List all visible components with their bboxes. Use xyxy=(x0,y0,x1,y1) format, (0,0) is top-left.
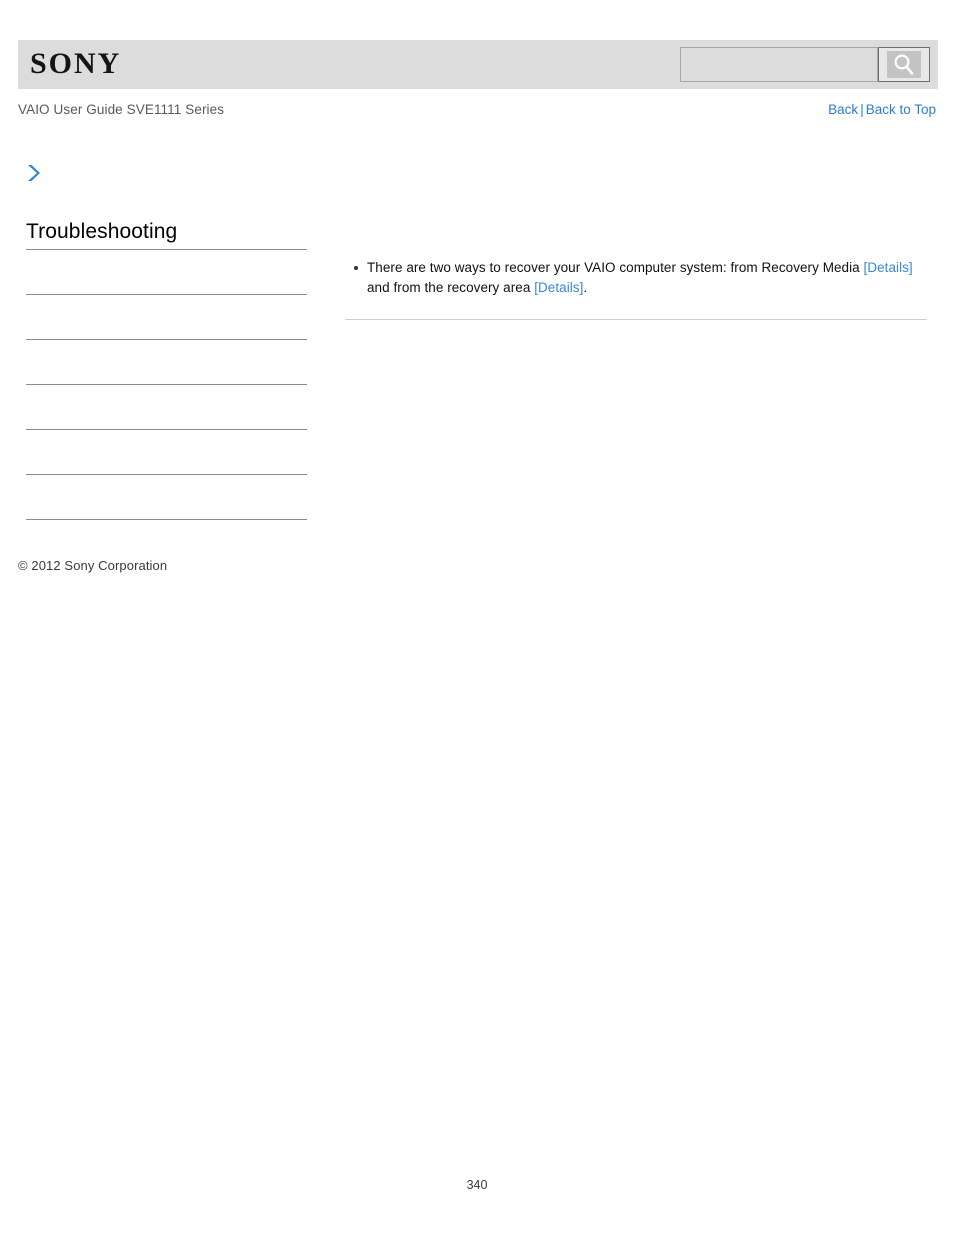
bullet-text-before: There are two ways to recover your VAIO … xyxy=(367,260,864,275)
main-content: There are two ways to recover your VAIO … xyxy=(345,258,927,320)
site-header: SONY xyxy=(18,40,938,89)
sidebar-item-5[interactable] xyxy=(26,430,307,475)
search-input[interactable] xyxy=(680,47,878,82)
list-item: There are two ways to recover your VAIO … xyxy=(354,258,927,298)
copyright-notice: © 2012 Sony Corporation xyxy=(18,558,168,573)
search-area xyxy=(680,47,930,82)
sidebar: Troubleshooting xyxy=(26,218,307,520)
content-divider xyxy=(345,319,927,320)
search-button[interactable] xyxy=(878,47,930,82)
page-title: Troubleshooting xyxy=(26,220,178,243)
sidebar-item-4[interactable] xyxy=(26,385,307,430)
guide-title: VAIO User Guide SVE1111 Series xyxy=(18,102,225,117)
content-bullet-list: There are two ways to recover your VAIO … xyxy=(345,258,927,298)
back-link[interactable]: Back xyxy=(828,102,858,117)
bullet-text-after: . xyxy=(583,280,588,295)
sidebar-item-6[interactable] xyxy=(26,475,307,520)
details-link-recovery-media[interactable]: [Details] xyxy=(864,260,913,275)
header-nav-links: Back | Back to Top xyxy=(828,102,936,117)
link-separator: | xyxy=(860,102,864,117)
back-to-top-link[interactable]: Back to Top xyxy=(866,102,936,117)
sony-logo: SONY xyxy=(30,47,122,80)
sidebar-item-3[interactable] xyxy=(26,340,307,385)
chevron-right-icon[interactable] xyxy=(24,162,44,184)
page-number: 340 xyxy=(466,1178,488,1192)
sidebar-item-2[interactable] xyxy=(26,295,307,340)
bullet-text-middle: and from the recovery area xyxy=(367,280,535,295)
search-icon xyxy=(887,51,921,78)
details-link-recovery-area[interactable]: [Details] xyxy=(534,280,583,295)
sidebar-item-1[interactable] xyxy=(26,250,307,295)
